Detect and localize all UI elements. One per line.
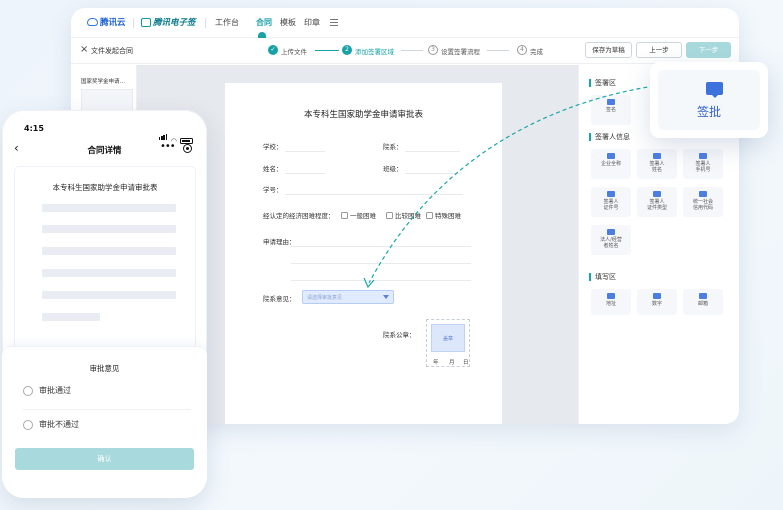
divider xyxy=(23,409,191,410)
text-placeholder xyxy=(42,313,100,321)
callout-label: 签批 xyxy=(696,105,721,119)
text-placeholder xyxy=(42,225,176,233)
option-reject[interactable]: 审批不通过 xyxy=(23,419,79,430)
phone-document-preview: 本专科生国家助学金申请审批表 xyxy=(15,167,195,357)
text-placeholder xyxy=(42,291,176,299)
mobile-phone: 4:15 ◠ ‹ 合同详情 ••• 本专科生国家助学金申请审批表 审批意见 审批… xyxy=(2,110,207,498)
text-placeholder xyxy=(42,269,176,277)
status-time: 4:15 xyxy=(24,124,44,133)
text-placeholder xyxy=(42,204,176,212)
callout-tile[interactable]: 签批 xyxy=(658,70,760,130)
approval-signature-icon xyxy=(706,82,723,98)
option-approve[interactable]: 审批通过 xyxy=(23,385,71,396)
radio-icon xyxy=(23,419,33,430)
approval-bottom-sheet: 审批意见 审批通过 审批不通过 确认 xyxy=(2,346,207,498)
target-icon[interactable] xyxy=(183,144,192,153)
phone-document-title: 本专科生国家助学金申请审批表 xyxy=(52,183,158,192)
more-icon[interactable]: ••• xyxy=(160,141,176,152)
approval-signature-callout[interactable]: 签批 xyxy=(650,62,768,138)
confirm-button[interactable]: 确认 xyxy=(15,448,194,470)
phone-page-title: 合同详情 xyxy=(87,146,122,156)
text-placeholder xyxy=(42,247,176,255)
radio-icon xyxy=(23,385,33,396)
sheet-title: 审批意见 xyxy=(89,364,120,373)
